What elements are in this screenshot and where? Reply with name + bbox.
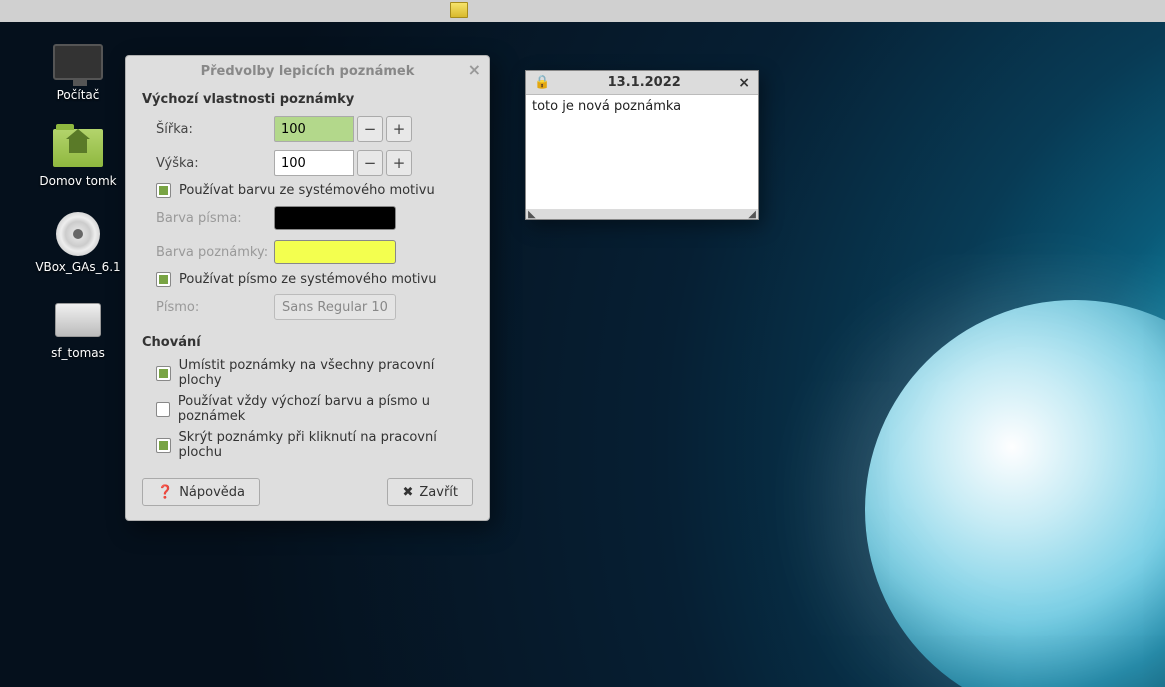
desktop-icon-label: sf_tomas xyxy=(30,346,126,360)
close-button[interactable]: ✖ Zavřít xyxy=(387,478,473,506)
dialog-button-row: ❓ Nápověda ✖ Zavřít xyxy=(142,478,473,506)
close-button-label: Zavřít xyxy=(419,485,458,500)
row-all-desktops: Umístit poznámky na všechny pracovní plo… xyxy=(156,358,473,388)
help-icon: ❓ xyxy=(157,485,173,500)
drive-icon xyxy=(51,298,105,342)
checkbox-use-system-font[interactable] xyxy=(156,272,171,287)
input-width[interactable] xyxy=(274,116,354,142)
dialog-titlebar[interactable]: Předvolby lepicích poznámek × xyxy=(126,56,489,86)
swatch-note-color[interactable] xyxy=(274,240,396,264)
section-title-behavior: Chování xyxy=(142,335,473,350)
sticky-note-window: 🔒 13.1.2022 × toto je nová poznámka xyxy=(525,70,759,220)
section-title-defaults: Výchozí vlastnosti poznámky xyxy=(142,92,473,107)
width-increment[interactable]: + xyxy=(386,116,412,142)
row-use-system-color: Používat barvu ze systémového motivu xyxy=(156,183,473,198)
desktop-icon-label: Domov tomk xyxy=(30,174,126,188)
desktop-icon-computer[interactable]: Počítač xyxy=(30,40,126,102)
preferences-dialog: Předvolby lepicích poznámek × Výchozí vl… xyxy=(125,55,490,521)
label-all-desktops: Umístit poznámky na všechny pracovní plo… xyxy=(179,358,473,388)
height-decrement[interactable]: − xyxy=(357,150,383,176)
note-close-button[interactable]: × xyxy=(730,75,758,91)
label-use-system-color: Používat barvu ze systémového motivu xyxy=(179,183,435,198)
row-always-default: Používat vždy výchozí barvu a písmo u po… xyxy=(156,394,473,424)
checkbox-use-system-color[interactable] xyxy=(156,183,171,198)
label-use-system-font: Používat písmo ze systémového motivu xyxy=(179,272,436,287)
stepper-width: − + xyxy=(354,116,412,142)
row-hide-on-click: Skrýt poznámky při kliknutí na pracovní … xyxy=(156,430,473,460)
label-hide-on-click: Skrýt poznámky při kliknutí na pracovní … xyxy=(179,430,473,460)
note-titlebar[interactable]: 🔒 13.1.2022 × xyxy=(526,71,758,95)
home-folder-icon xyxy=(51,126,105,170)
desktop-icon-home[interactable]: Domov tomk xyxy=(30,126,126,188)
row-font: Písmo: Sans Regular 10 xyxy=(156,293,473,321)
label-height: Výška: xyxy=(156,156,274,171)
input-height[interactable] xyxy=(274,150,354,176)
row-use-system-font: Používat písmo ze systémového motivu xyxy=(156,272,473,287)
label-note-color: Barva poznámky: xyxy=(156,245,274,260)
help-button-label: Nápověda xyxy=(179,485,245,500)
width-decrement[interactable]: − xyxy=(357,116,383,142)
swatch-font-color[interactable] xyxy=(274,206,396,230)
note-text-area[interactable]: toto je nová poznámka xyxy=(526,95,758,209)
disc-icon xyxy=(51,212,105,256)
desktop-icon-disc[interactable]: VBox_GAs_6.1 xyxy=(30,212,126,274)
desktop-icons: Počítač Domov tomk VBox_GAs_6.1 sf_tomas xyxy=(30,40,126,360)
row-height: Výška: − + xyxy=(156,149,473,177)
row-note-color: Barva poznámky: xyxy=(156,238,473,266)
help-button[interactable]: ❓ Nápověda xyxy=(142,478,260,506)
row-width: Šířka: − + xyxy=(156,115,473,143)
note-lock-icon[interactable]: 🔒 xyxy=(526,75,558,90)
label-always-default: Používat vždy výchozí barvu a písmo u po… xyxy=(178,394,473,424)
label-font-color: Barva písma: xyxy=(156,211,274,226)
checkbox-always-default[interactable] xyxy=(156,402,170,417)
height-increment[interactable]: + xyxy=(386,150,412,176)
dialog-title: Předvolby lepicích poznámek xyxy=(201,64,415,79)
checkbox-all-desktops[interactable] xyxy=(156,366,171,381)
row-font-color: Barva písma: xyxy=(156,204,473,232)
stepper-height: − + xyxy=(354,150,412,176)
wallpaper-moon xyxy=(865,300,1165,687)
desktop-icon-drive[interactable]: sf_tomas xyxy=(30,298,126,360)
note-title-date: 13.1.2022 xyxy=(558,75,730,90)
label-width: Šířka: xyxy=(156,122,274,137)
dialog-close-button[interactable]: × xyxy=(468,62,481,78)
font-picker-button[interactable]: Sans Regular 10 xyxy=(274,294,396,320)
desktop-icon-label: VBox_GAs_6.1 xyxy=(30,260,126,274)
checkbox-hide-on-click[interactable] xyxy=(156,438,171,453)
close-icon: ✖ xyxy=(402,485,413,500)
monitor-icon xyxy=(51,40,105,84)
label-font: Písmo: xyxy=(156,300,274,315)
dialog-body: Výchozí vlastnosti poznámky Šířka: − + V… xyxy=(126,86,489,520)
desktop-icon-label: Počítač xyxy=(30,88,126,102)
top-panel xyxy=(0,0,1165,22)
panel-notes-icon[interactable] xyxy=(450,2,468,18)
note-resize-bar[interactable] xyxy=(526,209,758,219)
